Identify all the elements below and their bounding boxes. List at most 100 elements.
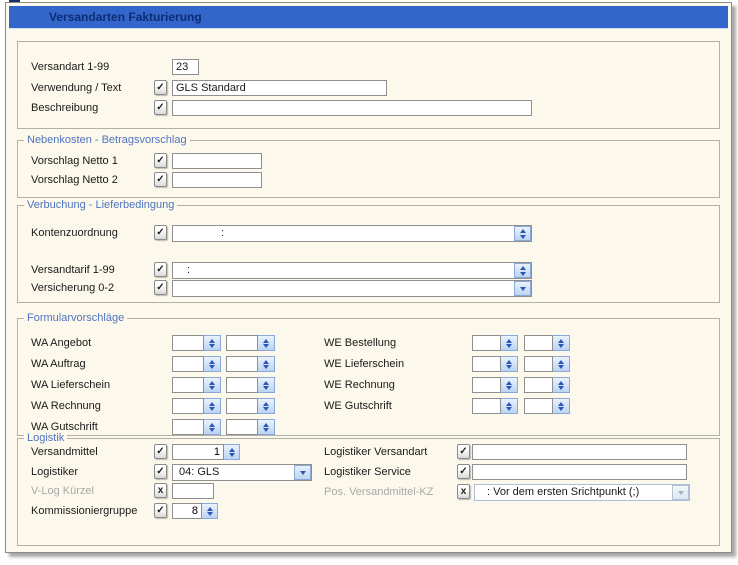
wa-lieferschein-input-1[interactable] (172, 377, 204, 393)
wa-rechnung-spinner-2[interactable] (258, 398, 275, 414)
we-rechnung-spinner-2[interactable] (553, 377, 570, 393)
we-bestellung-spinfield-2[interactable] (524, 335, 570, 351)
versicherung-checkbox[interactable]: ✓ (154, 280, 167, 295)
we-lieferschein-spinner-2[interactable] (553, 356, 570, 372)
versandmittel-spinfield[interactable] (172, 444, 240, 460)
wa-gutschrift-spinner-2[interactable] (258, 419, 275, 435)
logistiker-service-checkbox[interactable]: ✓ (457, 464, 470, 479)
versandtarif-spinner[interactable] (514, 263, 531, 278)
wa-gutschrift-spinner-1[interactable] (204, 419, 221, 435)
vorschlag-netto2-checkbox[interactable]: ✓ (154, 172, 167, 187)
versandmittel-checkbox[interactable]: ✓ (154, 444, 167, 459)
we-gutschrift-spinner-2[interactable] (553, 398, 570, 414)
wa-gutschrift-spinfield-1[interactable] (172, 419, 221, 435)
wa-rechnung-spinfield-1[interactable] (172, 398, 221, 414)
wa-angebot-spinner-2[interactable] (258, 335, 275, 351)
wa-lieferschein-spinner-1[interactable] (204, 377, 221, 393)
we-rechnung-spinfield-1[interactable] (472, 377, 518, 393)
logistiker-service-input[interactable] (472, 464, 687, 480)
we-gutschrift-spinner-1[interactable] (501, 398, 518, 414)
pos-versandmittel-kz-dropdown-arrow[interactable] (672, 485, 689, 500)
we-rechnung-input-2[interactable] (524, 377, 553, 393)
wa-rechnung-input-2[interactable] (226, 398, 258, 414)
we-bestellung-spinner-2[interactable] (553, 335, 570, 351)
logistiker-checkbox[interactable]: ✓ (154, 464, 167, 479)
kommissioniergruppe-spinner[interactable] (202, 503, 218, 519)
we-lieferschein-spinfield-2[interactable] (524, 356, 570, 372)
beschreibung-checkbox[interactable]: ✓ (154, 100, 167, 115)
logistiker-versandart-input[interactable] (472, 444, 687, 460)
verwendung-input[interactable] (172, 80, 387, 96)
versandmittel-spinner[interactable] (224, 444, 240, 460)
beschreibung-input[interactable] (172, 100, 532, 116)
wa-gutschrift-input-2[interactable] (226, 419, 258, 435)
kontenzuordnung-checkbox[interactable]: ✓ (154, 225, 167, 240)
vorschlag-netto1-checkbox[interactable]: ✓ (154, 153, 167, 168)
verwendung-checkbox[interactable]: ✓ (154, 80, 167, 95)
wa-auftrag-spinfield-1[interactable] (172, 356, 221, 372)
we-lieferschein-spinner-1[interactable] (501, 356, 518, 372)
spin-down-icon (506, 344, 512, 348)
we-gutschrift-spinfield-2[interactable] (524, 398, 570, 414)
wa-lieferschein-spinfield-2[interactable] (226, 377, 275, 393)
we-gutschrift-spinfield-1[interactable] (472, 398, 518, 414)
kommissioniergruppe-checkbox[interactable]: ✓ (154, 503, 167, 518)
dropdown-arrow-icon (520, 287, 526, 291)
versicherung-dropdown-arrow[interactable] (514, 281, 531, 296)
wa-auftrag-input-2[interactable] (226, 356, 258, 372)
wa-angebot-label: WA Angebot (31, 335, 91, 351)
vorschlag-netto2-label: Vorschlag Netto 2 (31, 172, 118, 188)
spin-down-icon (263, 428, 269, 432)
we-gutschrift-input-2[interactable] (524, 398, 553, 414)
versandart-input[interactable] (172, 59, 199, 75)
versicherung-dropdown[interactable] (172, 280, 532, 297)
we-rechnung-spinner-1[interactable] (501, 377, 518, 393)
wa-gutschrift-input-1[interactable] (172, 419, 204, 435)
logistiker-dropdown[interactable]: 04: GLS (172, 464, 312, 481)
we-lieferschein-input-2[interactable] (524, 356, 553, 372)
wa-auftrag-input-1[interactable] (172, 356, 204, 372)
we-bestellung-spinner-1[interactable] (501, 335, 518, 351)
kommissioniergruppe-spinfield[interactable] (172, 503, 218, 519)
pos-versandmittel-kz-checkbox[interactable]: x (457, 484, 470, 499)
we-gutschrift-input-1[interactable] (472, 398, 501, 414)
we-bestellung-input-1[interactable] (472, 335, 501, 351)
vlog-kuerzel-input[interactable] (172, 483, 214, 499)
wa-lieferschein-spinfield-1[interactable] (172, 377, 221, 393)
wa-auftrag-spinfield-2[interactable] (226, 356, 275, 372)
wa-rechnung-spinfield-2[interactable] (226, 398, 275, 414)
spin-up-icon (263, 381, 269, 385)
we-bestellung-input-2[interactable] (524, 335, 553, 351)
pos-versandmittel-kz-dropdown[interactable]: : Vor dem ersten Srichtpunkt (;) (474, 484, 690, 501)
wa-auftrag-spinner-2[interactable] (258, 356, 275, 372)
wa-angebot-spinfield-1[interactable] (172, 335, 221, 351)
versandtarif-checkbox[interactable]: ✓ (154, 262, 167, 277)
wa-gutschrift-spinfield-2[interactable] (226, 419, 275, 435)
wa-lieferschein-input-2[interactable] (226, 377, 258, 393)
wa-angebot-spinner-1[interactable] (204, 335, 221, 351)
wa-angebot-spinfield-2[interactable] (226, 335, 275, 351)
wa-rechnung-input-1[interactable] (172, 398, 204, 414)
we-bestellung-spinfield-1[interactable] (472, 335, 518, 351)
we-rechnung-spinfield-2[interactable] (524, 377, 570, 393)
vorschlag-netto1-input[interactable] (172, 153, 262, 169)
kommissioniergruppe-input[interactable] (172, 503, 202, 519)
wa-rechnung-spinner-1[interactable] (204, 398, 221, 414)
kontenzuordnung-combobox[interactable]: : (172, 225, 532, 242)
logistiker-versandart-checkbox[interactable]: ✓ (457, 444, 470, 459)
vorschlag-netto2-input[interactable] (172, 172, 262, 188)
logistiker-dropdown-arrow[interactable] (294, 465, 311, 480)
we-lieferschein-spinfield-1[interactable] (472, 356, 518, 372)
wa-lieferschein-spinner-2[interactable] (258, 377, 275, 393)
wa-angebot-input-1[interactable] (172, 335, 204, 351)
we-rechnung-input-1[interactable] (472, 377, 501, 393)
versandmittel-input[interactable] (172, 444, 224, 460)
vlog-kuerzel-checkbox[interactable]: x (154, 483, 167, 498)
kontenzuordnung-spinner[interactable] (514, 226, 531, 241)
window-titlebar[interactable]: Versandarten Fakturierung (9, 6, 728, 29)
versandtarif-combobox[interactable]: : (172, 262, 532, 279)
wa-angebot-input-2[interactable] (226, 335, 258, 351)
we-lieferschein-input-1[interactable] (472, 356, 501, 372)
wa-auftrag-spinner-1[interactable] (204, 356, 221, 372)
we-gutschrift-label: WE Gutschrift (324, 398, 392, 414)
